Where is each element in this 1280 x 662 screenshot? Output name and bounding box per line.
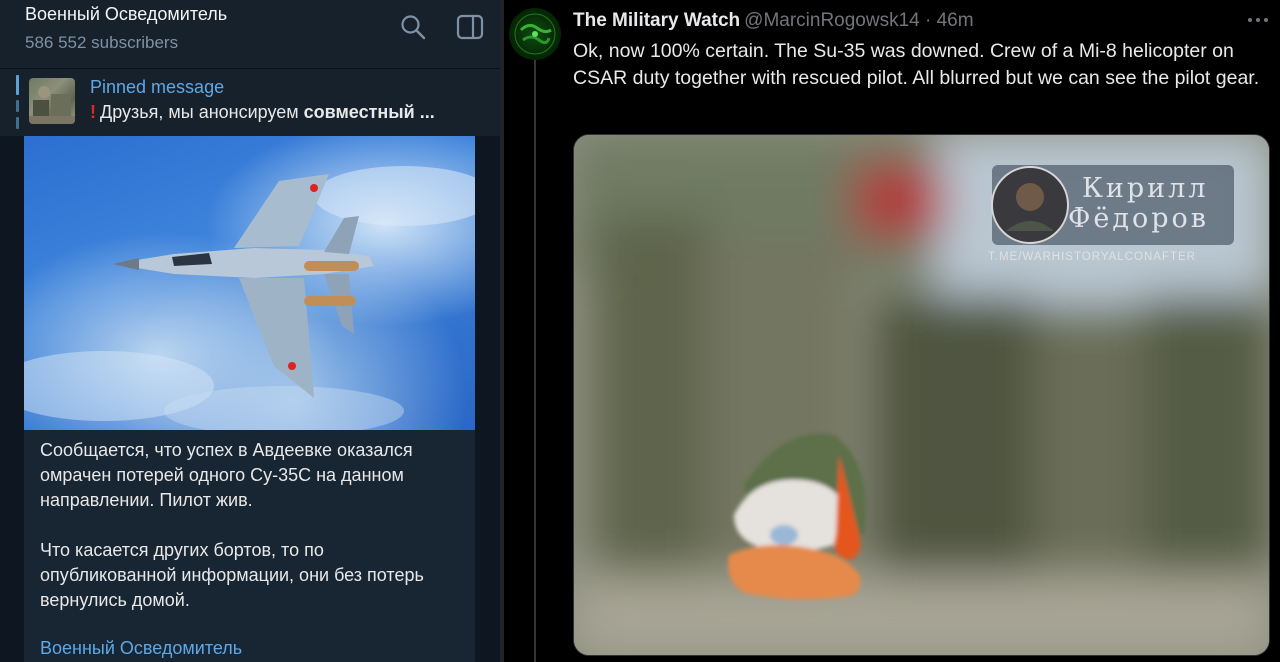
pinned-thumbnail	[29, 78, 75, 124]
pinned-message-bar[interactable]: Pinned message ! Друзья, мы анонсируем со…	[0, 68, 500, 136]
tweet-text: Ok, now 100% certain. The Su-35 was down…	[573, 40, 1260, 89]
post-paragraph-2: Что касается других бортов, то по опубли…	[40, 540, 424, 610]
pinned-preview-text: Друзья, мы анонсируем	[100, 102, 304, 122]
display-name[interactable]: The Military Watch	[573, 10, 740, 31]
telegram-panel: Военный Осведомитель 586 552 subscribers…	[0, 0, 500, 662]
channel-header[interactable]: Военный Осведомитель 586 552 subscribers	[0, 0, 500, 68]
tweet-image[interactable]: Кирилл Фёдоров T.ME/WARHISTORYALCONAFTER	[573, 134, 1270, 656]
watermark-line-2: Фёдоров	[1068, 203, 1210, 234]
avatar[interactable]	[509, 8, 561, 60]
watermark-line-1: Кирилл	[1082, 173, 1209, 204]
post-signature-link[interactable]: Военный Осведомитель	[40, 638, 242, 659]
pinned-preview-bold: совместный ...	[303, 102, 435, 122]
tweet-author[interactable]: The Military Watch @MarcinRogowsk14 · 46m	[573, 10, 974, 32]
post-photo[interactable]	[24, 136, 475, 430]
channel-title[interactable]: Военный Осведомитель	[25, 4, 227, 25]
exclamation-icon: !	[90, 102, 96, 122]
search-icon[interactable]	[400, 14, 426, 40]
channel-post: Сообщается, что успех в Авдеевке оказалс…	[24, 136, 475, 662]
pinned-label: Pinned message	[90, 77, 225, 97]
handle-and-time[interactable]: @MarcinRogowsk14 · 46m	[744, 10, 973, 31]
sidebar-toggle-icon[interactable]	[456, 14, 484, 40]
pinned-indicator	[16, 75, 19, 131]
watermark-url: T.ME/WARHISTORYALCONAFTER	[988, 251, 1196, 263]
thread-line	[534, 60, 536, 662]
subscriber-count: 586 552 subscribers	[25, 33, 179, 52]
pinned-preview: ! Друзья, мы анонсируем совместный ...	[90, 102, 435, 123]
more-options-icon[interactable]	[1246, 10, 1270, 30]
post-paragraph-1: Сообщается, что успех в Авдеевке оказалс…	[40, 440, 413, 510]
